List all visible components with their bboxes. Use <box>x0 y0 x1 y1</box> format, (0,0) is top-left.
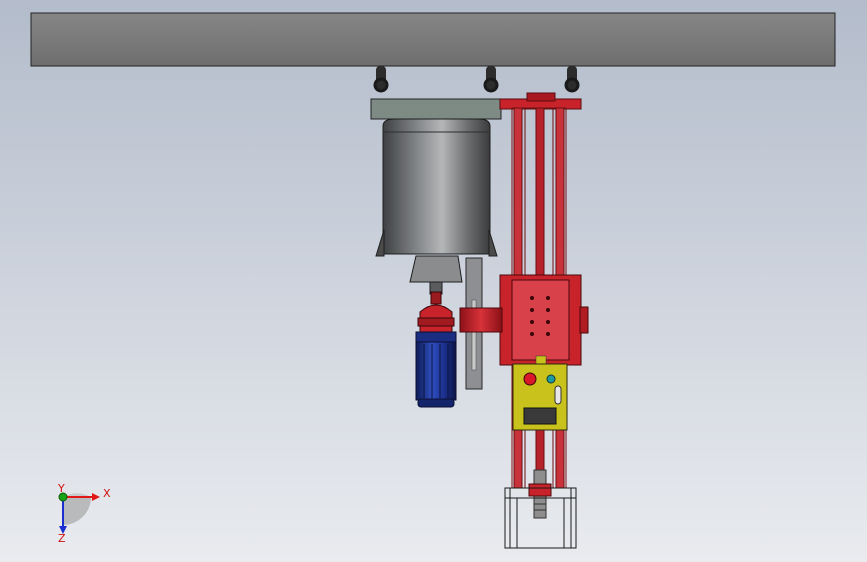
start-button[interactable] <box>546 374 556 384</box>
control-box[interactable] <box>512 363 568 431</box>
column-top-cap[interactable] <box>526 92 556 102</box>
stop-button[interactable] <box>523 372 537 386</box>
overhead-beam[interactable] <box>30 12 836 67</box>
cad-viewport[interactable]: X Y Z <box>0 0 867 562</box>
selector-switch[interactable] <box>554 385 562 405</box>
hanger-left[interactable] <box>373 66 389 93</box>
hanger-right[interactable] <box>564 66 580 93</box>
y-axis-label: Y <box>57 482 65 495</box>
z-axis-label: Z <box>58 532 66 545</box>
display-window <box>523 407 557 425</box>
hanger-middle[interactable] <box>483 66 499 93</box>
x-axis-label: X <box>103 487 111 500</box>
carriage-block[interactable] <box>499 274 589 366</box>
electric-motor[interactable] <box>415 331 457 408</box>
drive-arm[interactable] <box>459 307 503 333</box>
tank-mount-plate[interactable] <box>370 98 502 120</box>
